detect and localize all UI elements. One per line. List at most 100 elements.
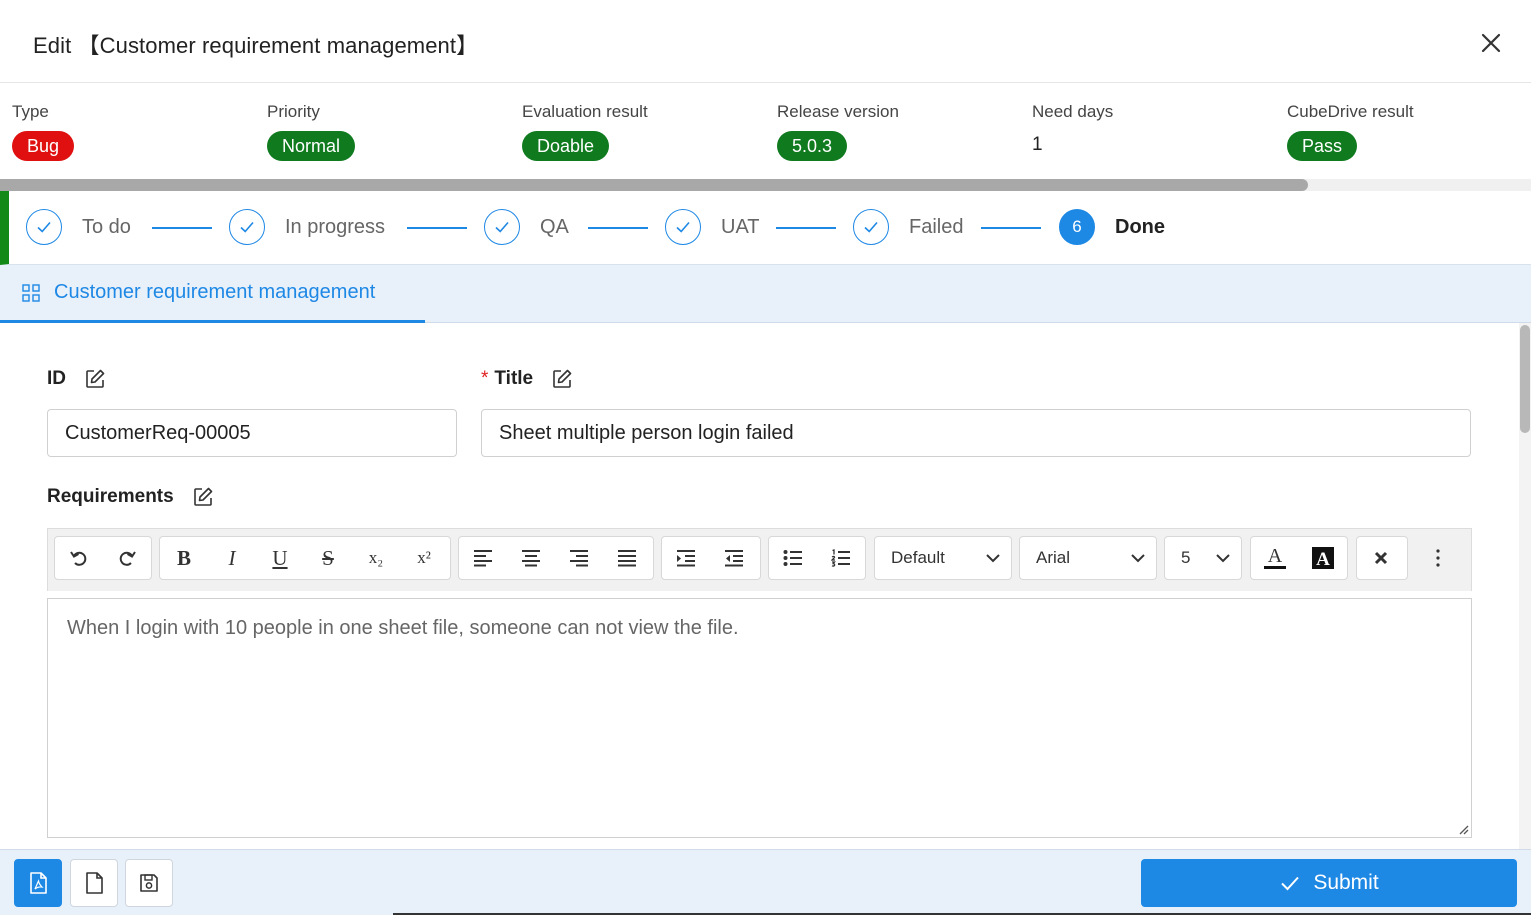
type-label: Type xyxy=(12,102,49,121)
more-options-button[interactable] xyxy=(1418,536,1458,580)
release-badge: 5.0.3 xyxy=(777,131,848,161)
step-done: 6 Done xyxy=(1059,208,1165,246)
color-group: A A xyxy=(1250,536,1348,580)
resize-handle-icon[interactable] xyxy=(1457,823,1469,835)
outdent-button[interactable] xyxy=(710,537,758,579)
undo-icon xyxy=(70,551,87,566)
outdent-icon xyxy=(725,550,743,567)
align-left-button[interactable] xyxy=(459,537,507,579)
release-label: Release version xyxy=(777,102,899,121)
horizontal-scrollbar-thumb[interactable] xyxy=(0,179,1308,191)
format-select[interactable]: Default xyxy=(874,536,1012,580)
align-center-icon xyxy=(522,550,540,567)
format-select-value: Default xyxy=(891,548,945,567)
check-icon xyxy=(484,209,520,245)
font-select[interactable]: Arial xyxy=(1019,536,1157,580)
summary-cubedrive: CubeDrive result Pass xyxy=(1287,101,1414,161)
horizontal-scrollbar[interactable] xyxy=(0,179,1531,191)
step-label: Done xyxy=(1115,215,1165,238)
priority-label: Priority xyxy=(267,102,320,121)
align-right-button[interactable] xyxy=(555,537,603,579)
align-right-icon xyxy=(570,550,588,567)
redo-icon xyxy=(119,551,136,566)
evaluation-label: Evaluation result xyxy=(522,102,648,121)
step-to-do: To do xyxy=(26,208,131,246)
save-button[interactable] xyxy=(125,859,173,907)
summary-priority: Priority Normal xyxy=(267,101,356,161)
indent-icon xyxy=(677,550,695,567)
title-field-label: * Title xyxy=(481,368,573,390)
tab-customer-requirement-management[interactable]: Customer requirement management xyxy=(0,265,425,323)
strikethrough-button[interactable]: S xyxy=(304,537,352,579)
background-color-button[interactable]: A xyxy=(1299,537,1347,579)
align-center-button[interactable] xyxy=(507,537,555,579)
submit-button[interactable]: Submit xyxy=(1141,859,1517,907)
edit-icon[interactable] xyxy=(192,486,214,508)
close-button[interactable] xyxy=(1476,28,1506,58)
indent-button[interactable] xyxy=(662,537,710,579)
step-uat: UAT xyxy=(665,208,760,246)
step-qa: QA xyxy=(484,208,569,246)
justify-button[interactable] xyxy=(603,537,651,579)
step-failed: Failed xyxy=(853,208,963,246)
summary-release: Release version 5.0.3 xyxy=(777,101,899,161)
svg-text:A: A xyxy=(1268,545,1283,567)
size-select[interactable]: 5 xyxy=(1164,536,1242,580)
id-input[interactable] xyxy=(47,409,457,457)
clear-format-button[interactable] xyxy=(1357,537,1405,579)
step-label: To do xyxy=(82,215,131,238)
grid-icon xyxy=(22,283,40,302)
file-icon xyxy=(86,872,103,894)
requirements-editor[interactable]: When I login with 10 people in one sheet… xyxy=(47,598,1472,838)
requirements-label-text: Requirements xyxy=(47,486,174,507)
chevron-down-icon xyxy=(1131,554,1145,563)
need-days-label: Need days xyxy=(1032,102,1114,121)
background-color-icon: A xyxy=(1312,547,1334,570)
list-group xyxy=(768,536,866,580)
align-group xyxy=(458,536,654,580)
vertical-scrollbar-thumb[interactable] xyxy=(1520,325,1530,433)
redo-button[interactable] xyxy=(103,537,151,579)
edit-icon[interactable] xyxy=(84,368,106,390)
summary-bar: Type Bug Priority Normal Evaluation resu… xyxy=(0,83,1531,179)
justify-icon xyxy=(618,550,636,567)
evaluation-badge: Doable xyxy=(522,131,610,161)
save-icon xyxy=(140,874,158,892)
requirements-field-label: Requirements xyxy=(47,486,214,508)
underline-button[interactable]: U xyxy=(256,537,304,579)
dialog-title: Edit 【Customer requirement management】 xyxy=(33,33,479,58)
dialog-header: Edit 【Customer requirement management】 xyxy=(0,0,1531,83)
bold-button[interactable]: B xyxy=(160,537,208,579)
check-icon xyxy=(1281,876,1300,891)
step-connector xyxy=(588,227,648,229)
new-document-button[interactable] xyxy=(70,859,118,907)
bullet-list-button[interactable] xyxy=(769,537,817,579)
step-number: 6 xyxy=(1059,209,1095,245)
superscript-button[interactable]: x² xyxy=(400,537,448,579)
step-label: In progress xyxy=(285,215,386,238)
id-field-label: ID xyxy=(47,368,106,390)
step-label: UAT xyxy=(721,215,760,238)
tab-bar: Customer requirement management xyxy=(0,265,1531,323)
italic-button[interactable]: I xyxy=(208,537,256,579)
text-color-button[interactable]: A xyxy=(1251,537,1299,579)
font-select-value: Arial xyxy=(1036,548,1071,567)
history-group xyxy=(54,536,152,580)
form-body: ID * Title Requirements xyxy=(0,323,1519,849)
edit-icon[interactable] xyxy=(551,368,573,390)
align-left-icon xyxy=(474,550,492,567)
vertical-scrollbar[interactable] xyxy=(1519,323,1531,849)
undo-button[interactable] xyxy=(55,537,103,579)
export-pdf-button[interactable] xyxy=(14,859,62,907)
editor-toolbar: B I U S x₂ x² Default Arial 5 A A xyxy=(47,528,1472,591)
requirements-text: When I login with 10 people in one sheet… xyxy=(67,617,739,639)
step-connector xyxy=(152,227,212,229)
check-icon xyxy=(229,209,265,245)
id-label-text: ID xyxy=(47,368,66,389)
title-input[interactable] xyxy=(481,409,1471,457)
need-days-value: 1 xyxy=(1032,134,1043,155)
numbered-list-button[interactable] xyxy=(817,537,865,579)
subscript-button[interactable]: x₂ xyxy=(352,537,400,579)
size-select-value: 5 xyxy=(1181,548,1191,567)
summary-evaluation: Evaluation result Doable xyxy=(522,101,648,161)
